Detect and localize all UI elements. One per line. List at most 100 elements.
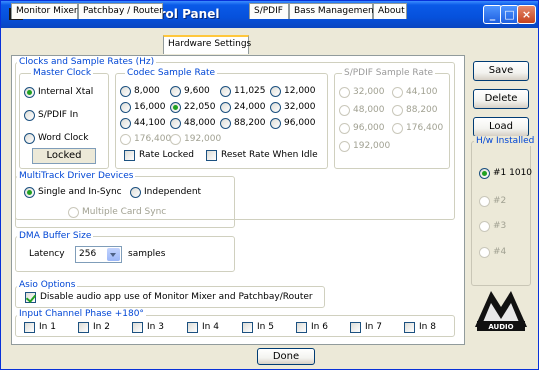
control-panel-window: M Audio Delta Control Panel _ □ × Monito… [0, 0, 539, 370]
radio-label: #4 [493, 247, 507, 257]
clock-lock-status: Locked [32, 148, 96, 164]
radio-circle [120, 102, 131, 113]
radio-circle [270, 86, 281, 97]
radio-label: 88,200 [406, 105, 438, 115]
chevron-down-icon [107, 248, 120, 261]
multitrack-title: MultiTrack Driver Devices [17, 171, 136, 181]
radio-circle [120, 134, 131, 145]
tab-monitor-mixer[interactable]: Monitor Mixer [11, 3, 78, 19]
radio-label: Multiple Card Sync [82, 207, 167, 217]
hw-installed-group [471, 141, 531, 286]
multitrack-group [15, 176, 235, 228]
radio-circle [170, 86, 181, 97]
radio-circle [479, 168, 490, 179]
done-button[interactable]: Done [257, 348, 315, 365]
radio-circle [392, 87, 403, 98]
latency-value: 256 [79, 249, 97, 259]
radio-label: 48,000 [353, 105, 385, 115]
radio-label: #2 [493, 196, 507, 206]
checkbox-box [296, 322, 307, 333]
radio-label: 96,000 [353, 123, 385, 133]
radio-circle [270, 102, 281, 113]
tab-bass-management[interactable]: Bass Management [289, 3, 377, 19]
checkbox-label: In 3 [147, 322, 164, 332]
radio-circle [24, 110, 35, 121]
checkbox-box [132, 322, 143, 333]
tab-hardware-settings[interactable]: Hardware Settings [163, 35, 251, 54]
checkbox-label: In 2 [93, 322, 110, 332]
radio-label: Single and In-Sync [38, 187, 122, 197]
radio-circle [130, 187, 141, 198]
checkbox-box [78, 322, 89, 333]
master-clock-title: Master Clock [31, 68, 94, 78]
radio-circle [120, 118, 131, 129]
latency-select[interactable]: 256 [75, 246, 122, 263]
radio-circle [392, 123, 403, 134]
radio-circle [220, 102, 231, 113]
radio-label: 48,000 [184, 118, 216, 128]
radio-label: 176,400 [134, 134, 172, 144]
checkbox-label: Rate Locked [139, 150, 194, 160]
checkbox-label: In 8 [419, 322, 436, 332]
radio-circle [24, 87, 35, 98]
checkbox-box [124, 150, 135, 161]
radio-circle [339, 123, 350, 134]
checkbox-box [187, 322, 198, 333]
latency-label: Latency [29, 249, 65, 259]
radio-label: 8,000 [134, 86, 160, 96]
radio-label: 16,000 [134, 102, 166, 112]
close-icon: × [521, 8, 532, 21]
load-button[interactable]: Load [473, 117, 529, 137]
radio-circle [339, 141, 350, 152]
radio-circle [479, 196, 490, 207]
radio-circle [24, 187, 35, 198]
checkbox-label: Reset Rate When Idle [221, 150, 318, 160]
radio-label: 44,100 [406, 87, 438, 97]
svg-text:AUDIO: AUDIO [488, 323, 513, 331]
radio-label: 9,600 [184, 86, 210, 96]
radio-label: 11,025 [234, 86, 266, 96]
radio-label: 12,000 [284, 86, 316, 96]
samples-label: samples [128, 249, 166, 259]
radio-label: 96,000 [284, 118, 316, 128]
clocks-group-title: Clocks and Sample Rates (Hz) [17, 57, 157, 67]
radio-label: Word Clock [38, 133, 89, 143]
radio-circle [220, 86, 231, 97]
save-button[interactable]: Save [473, 61, 529, 81]
radio-circle [339, 87, 350, 98]
hw-installed-title: H/w Installed [474, 136, 537, 146]
maximize-icon: □ [504, 8, 515, 21]
radio-label: #3 [493, 221, 507, 231]
checkbox-label: In 6 [311, 322, 328, 332]
radio-circle [479, 221, 490, 232]
tab-about[interactable]: About [373, 3, 407, 19]
delete-button[interactable]: Delete [473, 89, 529, 109]
close-button[interactable]: × [517, 5, 536, 24]
radio-circle [170, 134, 181, 145]
radio-circle [392, 105, 403, 116]
radio-label: 192,000 [184, 134, 222, 144]
dma-buffer-title: DMA Buffer Size [17, 231, 94, 241]
radio-label: 24,000 [234, 102, 266, 112]
minimize-icon: _ [489, 8, 496, 21]
radio-label: 176,400 [406, 123, 444, 133]
checkbox-box [25, 292, 36, 303]
radio-label: Independent [144, 187, 202, 197]
tab-spdif[interactable]: S/PDIF [249, 3, 289, 19]
checkbox-box [242, 322, 253, 333]
checkbox-label: In 5 [257, 322, 274, 332]
radio-circle [220, 118, 231, 129]
checkbox-label: In 7 [365, 322, 382, 332]
checkbox-box [350, 322, 361, 333]
checkbox-box [404, 322, 415, 333]
hardware-settings-panel: Clocks and Sample Rates (Hz) Master Cloc… [11, 55, 465, 345]
radio-label: Internal Xtal [38, 87, 94, 97]
input-phase-title: Input Channel Phase +180° [17, 309, 146, 319]
checkbox-label: In 4 [202, 322, 219, 332]
radio-circle [270, 118, 281, 129]
m-audio-logo: AUDIO [475, 291, 527, 331]
radio-label: 32,000 [353, 87, 385, 97]
radio-label: S/PDIF In [38, 110, 79, 120]
radio-circle [68, 207, 79, 218]
tab-patchbay-router[interactable]: Patchbay / Router [78, 3, 163, 19]
